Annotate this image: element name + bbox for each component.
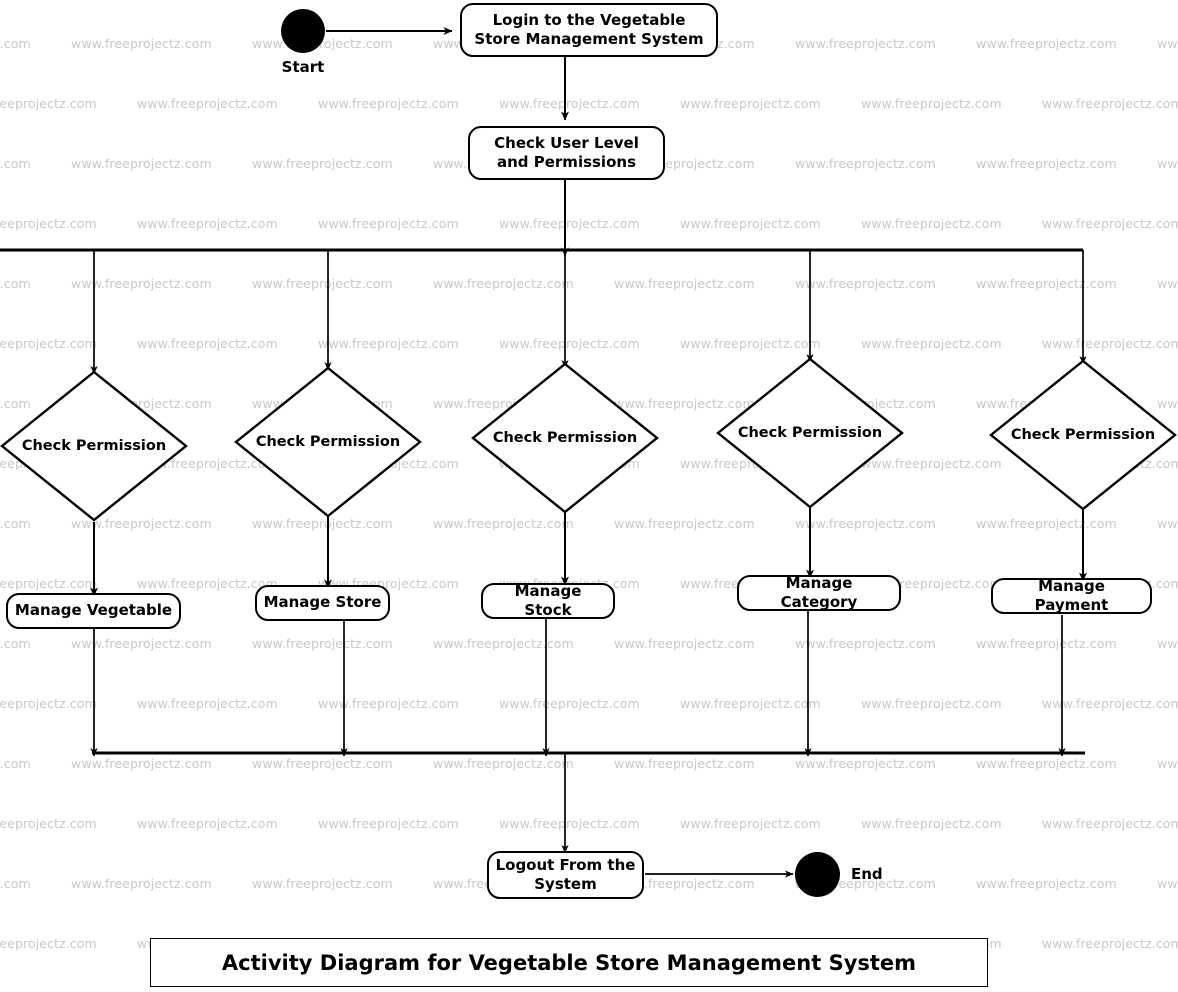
start-node[interactable] <box>281 9 325 53</box>
activity-manage-vegetable-label: Manage Vegetable <box>14 601 173 620</box>
end-label: End <box>851 865 883 883</box>
decision-2-label: Check Permission <box>255 433 401 450</box>
activity-manage-payment[interactable]: Manage Payment <box>991 576 1152 614</box>
activity-manage-stock-label: Manage Stock <box>514 581 582 619</box>
activity-login[interactable]: Login to the Vegetable Store Management … <box>460 3 718 57</box>
activity-logout[interactable]: Logout From the System <box>487 851 644 899</box>
activity-manage-store[interactable]: Manage Store <box>255 585 390 621</box>
end-node[interactable] <box>795 852 840 897</box>
decision-check-permission-5[interactable]: Check Permission <box>989 359 1177 511</box>
decision-check-permission-1[interactable]: Check Permission <box>0 370 188 522</box>
activity-login-label: Login to the Vegetable Store Management … <box>474 10 704 48</box>
decision-3-label: Check Permission <box>492 429 638 446</box>
activity-manage-payment-label: Manage Payment <box>1034 576 1109 614</box>
start-label: Start <box>281 58 325 76</box>
activity-logout-label: Logout From the System <box>495 855 636 893</box>
activity-check-user-level[interactable]: Check User Level and Permissions <box>468 126 665 180</box>
decision-5-label: Check Permission <box>1010 426 1156 443</box>
activity-manage-vegetable[interactable]: Manage Vegetable <box>6 593 181 629</box>
activity-manage-category[interactable]: Manage Category <box>737 573 901 611</box>
activity-manage-stock[interactable]: Manage Stock <box>481 581 615 619</box>
diagram-title-box: Activity Diagram for Vegetable Store Man… <box>150 938 988 987</box>
decision-check-permission-3[interactable]: Check Permission <box>471 362 659 514</box>
decision-check-permission-4[interactable]: Check Permission <box>716 357 904 509</box>
decision-1-label: Check Permission <box>21 437 167 454</box>
activity-check-user-level-label: Check User Level and Permissions <box>494 133 639 171</box>
activity-manage-category-label: Manage Category <box>780 573 858 611</box>
decision-4-label: Check Permission <box>737 424 883 441</box>
page-title: Activity Diagram for Vegetable Store Man… <box>221 950 917 975</box>
activity-diagram-canvas: www.freeprojectz.comwww.freeprojectz.com… <box>0 0 1178 992</box>
decision-check-permission-2[interactable]: Check Permission <box>234 366 422 518</box>
activity-manage-store-label: Manage Store <box>263 593 382 612</box>
